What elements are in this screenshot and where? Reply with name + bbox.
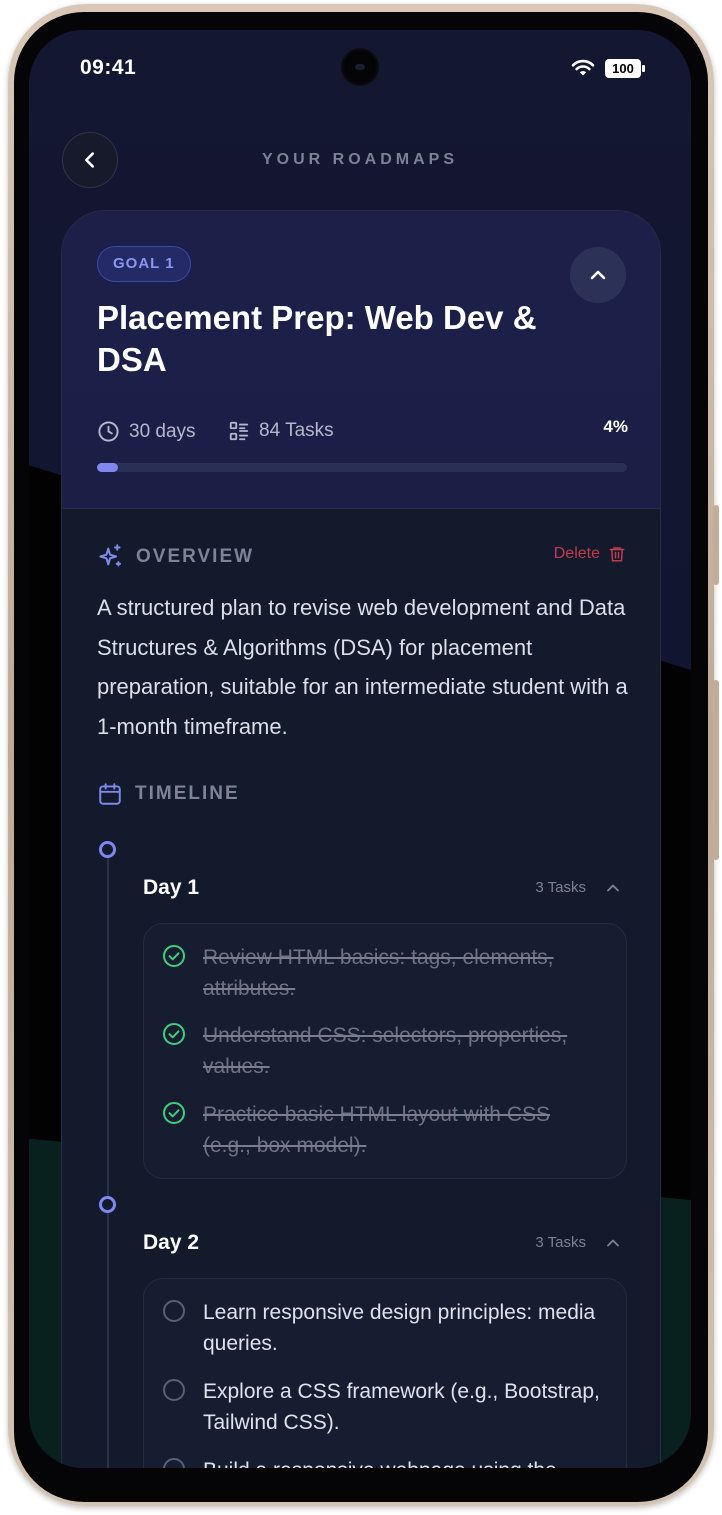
progress-bar-fill [97,463,119,472]
power-button [713,680,719,860]
empty-circle-icon[interactable] [162,1378,186,1402]
task-text: Understand CSS: selectors, properties, v… [203,1024,568,1078]
status-time: 09:41 [80,56,137,79]
timeline-line [107,857,109,1468]
status-bar: 09:41 100 [29,30,691,110]
task-item[interactable]: Review HTML basics: tags, elements, attr… [162,942,602,1004]
day-1-collapse-button[interactable] [602,877,624,899]
progress-percent: 4% [603,417,628,436]
task-text: Build a responsive webpage using the [203,1455,557,1468]
day-1-task-count: 3 Tasks [535,879,586,896]
task-item[interactable]: Understand CSS: selectors, properties, v… [162,1020,602,1082]
tasks-count-text: 84 Tasks [259,420,334,441]
timeline-label: TIMELINE [135,783,240,804]
screen: 09:41 100 YOUR ROADMAPS GOAL 1 Placement… [29,30,691,1468]
task-item[interactable]: Explore a CSS framework (e.g., Bootstrap… [162,1376,602,1438]
day-2-task-count: 3 Tasks [535,1234,586,1251]
task-text: Practice basic HTML layout with CSS (e.g… [203,1103,551,1157]
empty-circle-icon[interactable] [162,1457,186,1468]
goal-badge: GOAL 1 [97,246,191,282]
chevron-up-icon [607,1239,619,1247]
calendar-icon [97,781,123,807]
task-text: Review HTML basics: tags, elements, attr… [203,946,554,1000]
volume-button [713,505,719,585]
front-camera [341,48,379,86]
day-2-collapse-button[interactable] [602,1232,624,1254]
trash-icon [608,545,626,563]
check-circle-icon[interactable] [162,1101,186,1125]
day-1-label[interactable]: Day 1 [143,876,199,900]
clock-icon [97,420,120,443]
timeline-dot-day-1 [99,841,116,858]
chevron-up-icon [590,270,606,280]
task-item[interactable]: Build a responsive webpage using the [162,1455,602,1468]
delete-button[interactable]: Delete [554,545,626,563]
page-title: YOUR ROADMAPS [261,151,458,168]
check-circle-icon[interactable] [162,1022,186,1046]
day-1-task-list: Review HTML basics: tags, elements, attr… [143,923,627,1179]
check-circle-icon[interactable] [162,944,186,968]
task-item[interactable]: Learn responsive design principles: medi… [162,1297,602,1359]
duration-meta: 30 days [97,420,196,443]
tasks-meta: 84 Tasks [228,420,334,442]
day-2-label[interactable]: Day 2 [143,1231,199,1255]
wifi-icon [571,59,595,76]
delete-label: Delete [553,545,600,562]
day-2-task-list: Learn responsive design principles: medi… [143,1278,627,1468]
goal-title: Placement Prep: Web Dev & DSA [97,299,537,378]
task-list-icon [228,420,250,442]
empty-circle-icon[interactable] [162,1299,186,1323]
roadmap-card-header: GOAL 1 Placement Prep: Web Dev & DSA 30 … [62,211,660,509]
task-text: Learn responsive design principles: medi… [203,1301,596,1355]
overview-text: A structured plan to revise web developm… [97,595,628,739]
timeline-header: TIMELINE [97,781,240,807]
task-item[interactable]: Practice basic HTML layout with CSS (e.g… [162,1099,602,1161]
chevron-up-icon [607,884,619,892]
overview-label: OVERVIEW [136,545,255,567]
task-text: Explore a CSS framework (e.g., Bootstrap… [203,1380,600,1434]
progress-bar [97,463,627,472]
collapse-button[interactable] [570,247,626,303]
timeline-dot-day-2 [99,1196,116,1213]
overview-header: OVERVIEW [97,543,254,570]
roadmap-card: GOAL 1 Placement Prep: Web Dev & DSA 30 … [61,210,661,1468]
sparkles-icon [97,543,124,570]
battery-icon: 100 [605,59,645,78]
duration-text: 30 days [129,420,196,442]
